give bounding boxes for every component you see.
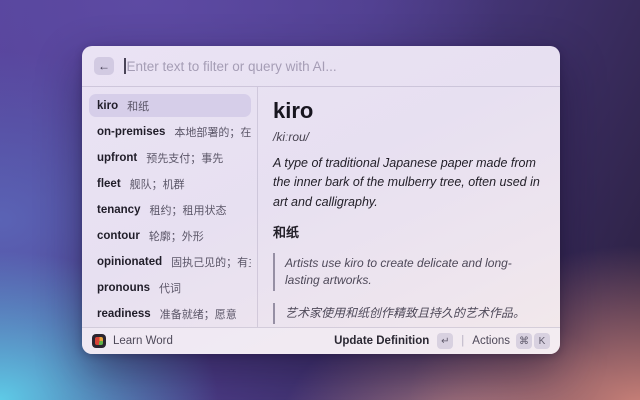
- footer-separator: |: [461, 335, 465, 347]
- k-key-badge: K: [534, 333, 550, 349]
- word-label: opinionated: [97, 255, 163, 268]
- word-label: tenancy: [97, 203, 141, 216]
- word-list-item[interactable]: fleet 舰队；机群: [89, 172, 251, 195]
- definition-text: A type of traditional Japanese paper mad…: [273, 156, 540, 209]
- word-list-item[interactable]: pronouns 代词: [89, 276, 251, 299]
- left-arrow-icon: ←: [98, 59, 110, 73]
- word-translation: 舰队；机群: [129, 178, 185, 191]
- actions-button[interactable]: Actions: [472, 335, 510, 347]
- word-list-item[interactable]: on-premises 本地部署的；在场所内的: [89, 120, 251, 143]
- cmd-key-badge: ⌘: [516, 333, 532, 349]
- return-key-badge: ↵: [437, 333, 454, 349]
- search-bar: ←: [82, 46, 560, 87]
- word-label: upfront: [97, 151, 138, 164]
- word-translation: 租约；租用状态: [149, 204, 227, 217]
- word-title: kiro: [273, 98, 314, 123]
- example-sentence-en: Artists use kiro to create delicate and …: [273, 253, 544, 291]
- definition-panel: kiro /kiːrou/ A type of traditional Japa…: [258, 87, 560, 327]
- word-translation: 和纸: [127, 100, 150, 113]
- word-translation: 本地部署的；在场所内的: [174, 126, 251, 139]
- word-label: fleet: [97, 177, 121, 190]
- word-label: contour: [97, 229, 140, 242]
- word-list-item[interactable]: kiro 和纸: [89, 94, 251, 117]
- word-translation: 预先支付；事先: [146, 152, 224, 165]
- word-list-item[interactable]: tenancy 租约；租用状态: [89, 198, 251, 221]
- text-caret: [124, 58, 126, 74]
- example-sentence-cn: 艺术家使用和纸创作精致且持久的艺术作品。: [273, 302, 544, 324]
- word-label: on-premises: [97, 125, 166, 138]
- word-label: readiness: [97, 307, 151, 320]
- word-translation: 轮廓；外形: [148, 230, 204, 243]
- update-definition-button[interactable]: Update Definition: [334, 335, 429, 347]
- word-list-item[interactable]: opinionated 固执己见的；有主见的: [89, 250, 251, 273]
- phonetic: /kiːrou/: [273, 130, 310, 144]
- learn-word-window: ← kiro 和纸 on-premises 本地部署的；在场所内的 upfron…: [82, 46, 560, 354]
- word-list: kiro 和纸 on-premises 本地部署的；在场所内的 upfront …: [82, 87, 258, 327]
- action-bar: Learn Word Update Definition ↵ | Actions…: [82, 327, 560, 354]
- word-list-item[interactable]: readiness 准备就绪；愿意: [89, 302, 251, 325]
- word-list-item[interactable]: contour 轮廓；外形: [89, 224, 251, 247]
- app-name: Learn Word: [113, 335, 173, 347]
- word-translation: 固执己见的；有主见的: [171, 256, 251, 269]
- word-translation: 代词: [159, 282, 182, 295]
- app-icon-glyph: [95, 337, 103, 345]
- back-button[interactable]: ←: [94, 57, 114, 75]
- content-area: kiro 和纸 on-premises 本地部署的；在场所内的 upfront …: [82, 87, 560, 327]
- word-translation: 准备就绪；愿意: [159, 308, 237, 321]
- search-input[interactable]: [126, 58, 548, 74]
- word-label: kiro: [97, 99, 119, 112]
- word-label: pronouns: [97, 281, 151, 294]
- chinese-translation: 和纸: [273, 225, 300, 241]
- word-list-item[interactable]: upfront 预先支付；事先: [89, 146, 251, 169]
- learn-word-app-icon: [92, 334, 106, 348]
